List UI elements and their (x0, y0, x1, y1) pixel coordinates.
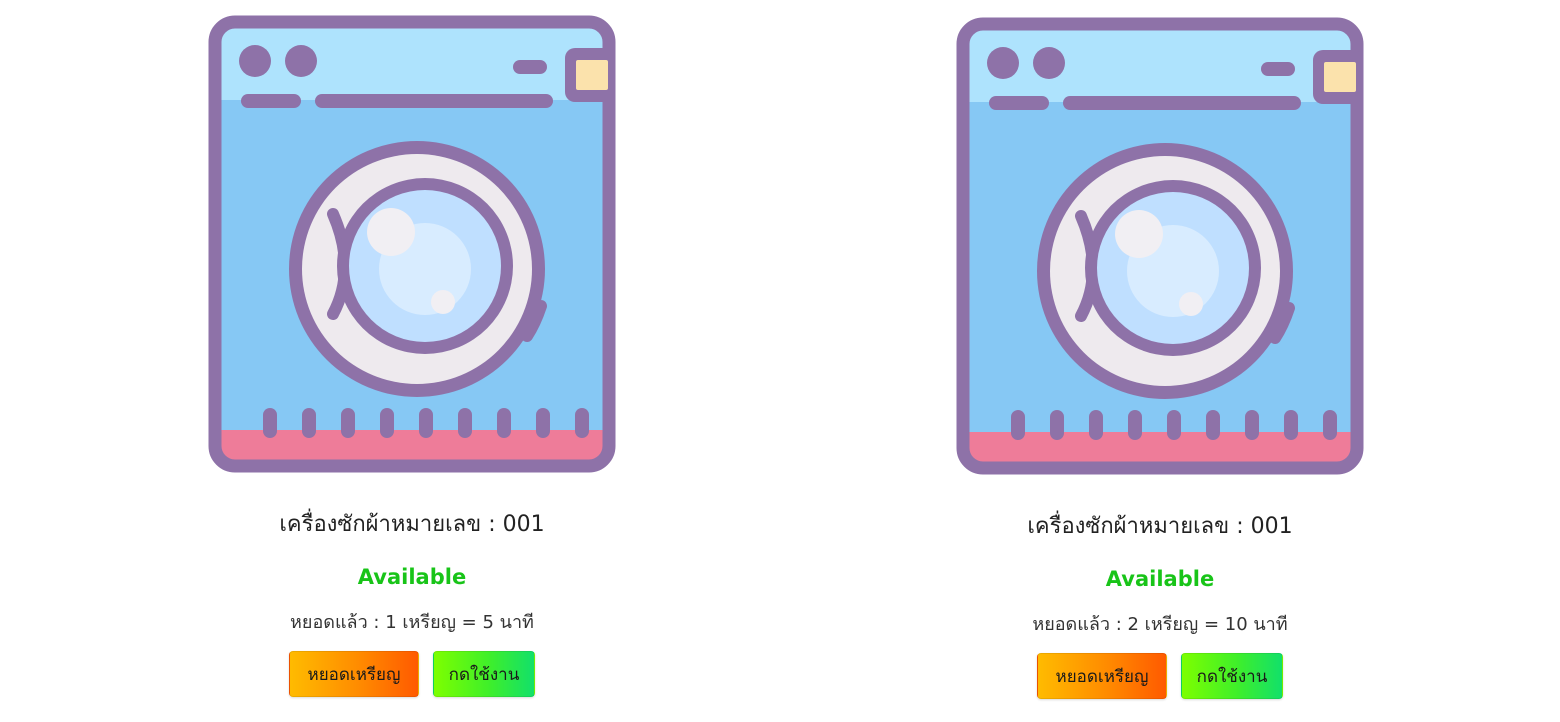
start-machine-button[interactable]: กดใช้งาน (433, 651, 535, 697)
machine-actions: หยอดเหรียญ กดใช้งาน (945, 653, 1375, 699)
machine-title: เครื่องซักผ้าหมายเลข : 001 (1027, 514, 1293, 539)
washing-machine-card-1: เครื่องซักผ้าหมายเลข : 001 Available หยอ… (197, 0, 627, 720)
coin-info: หยอดแล้ว : 1 เหรียญ = 5 นาที (290, 612, 534, 633)
coin-info: หยอดแล้ว : 2 เหรียญ = 10 นาที (1032, 614, 1288, 635)
machine-actions: หยอดเหรียญ กดใช้งาน (197, 651, 627, 697)
insert-coin-button[interactable]: หยอดเหรียญ (289, 651, 419, 697)
start-machine-button[interactable]: กดใช้งาน (1181, 653, 1283, 699)
washing-machine-icon (208, 15, 616, 473)
insert-coin-button[interactable]: หยอดเหรียญ (1037, 653, 1167, 699)
machine-title: เครื่องซักผ้าหมายเลข : 001 (279, 512, 545, 537)
status-label: Available (357, 565, 467, 589)
status-label: Available (1105, 567, 1215, 591)
washing-machine-icon (956, 17, 1364, 475)
washing-machine-card-2: เครื่องซักผ้าหมายเลข : 001 Available หยอ… (945, 2, 1375, 722)
